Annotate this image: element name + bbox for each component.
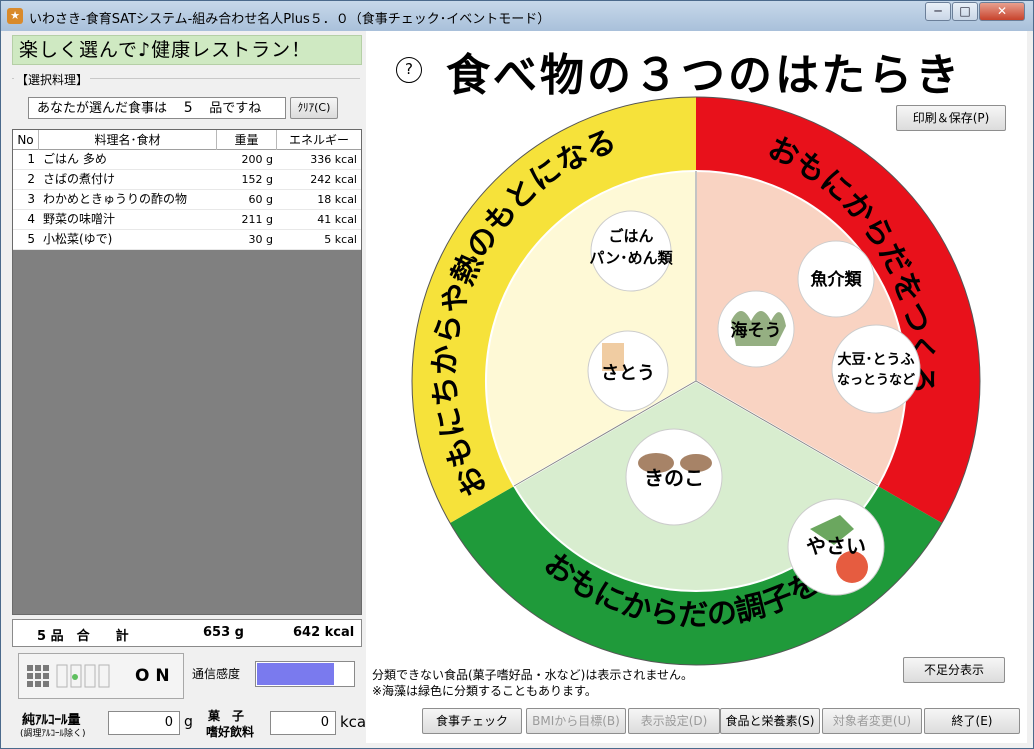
row-name: さばの煮付け bbox=[43, 172, 116, 186]
svg-text:なっとうなど: なっとうなど bbox=[837, 373, 915, 388]
table-row[interactable]: 1 ごはん 多め 200 g 336 kcal bbox=[13, 150, 361, 170]
minimize-button[interactable]: ─ bbox=[925, 2, 951, 21]
sensor-status: O N bbox=[18, 653, 184, 699]
restaurant-banner: 楽しく選んで♪健康レストラン！ bbox=[12, 35, 362, 65]
row-no: 1 bbox=[27, 152, 35, 166]
row-no: 5 bbox=[27, 232, 35, 246]
food-group-wheel: おもにちからや熱のもとになる おもにからだをつくる おもにからだの調子をよくする… bbox=[396, 91, 981, 666]
food-nutrients-button[interactable]: 食品と栄養素(S) bbox=[720, 708, 820, 734]
col-weight[interactable]: 重量 bbox=[217, 130, 277, 150]
row-no: 2 bbox=[27, 172, 35, 186]
svg-text:やさい: やさい bbox=[806, 534, 866, 558]
snack-label: 菓 子 bbox=[208, 709, 245, 723]
exit-button[interactable]: 終了(E) bbox=[924, 708, 1020, 734]
col-name[interactable]: 料理名･食材 bbox=[39, 130, 217, 150]
comm-label: 通信感度 bbox=[192, 667, 241, 681]
maximize-button[interactable]: □ bbox=[952, 2, 978, 21]
total-energy: 642 kcal bbox=[293, 625, 355, 640]
col-no[interactable]: No bbox=[13, 130, 39, 150]
row-name: ごはん 多め bbox=[43, 152, 107, 166]
row-energy: 336 kcal bbox=[310, 153, 357, 166]
row-energy: 18 kcal bbox=[317, 193, 357, 206]
selection-suffix: 品ですね bbox=[209, 101, 262, 116]
table-row[interactable]: 4 野菜の味噌汁 211 g 41 kcal bbox=[13, 210, 361, 230]
table-row[interactable]: 3 わかめときゅうりの酢の物 60 g 18 kcal bbox=[13, 190, 361, 210]
selection-summary: あなたが選んだ食事は 5 品ですね bbox=[28, 97, 286, 119]
shortage-display-button[interactable]: 不足分表示 bbox=[903, 657, 1005, 683]
total-count: 5 品 合 計 bbox=[37, 629, 129, 644]
sensor-on-label: O N bbox=[135, 666, 170, 686]
bmi-goal-button[interactable]: BMIから目標(B) bbox=[526, 708, 626, 734]
alcohol-sublabel: (調理ｱﾙｺｰﾙ除く) bbox=[20, 729, 86, 739]
row-energy: 5 kcal bbox=[324, 233, 357, 246]
total-row: 5 品 合 計 653 g 642 kcal bbox=[12, 619, 362, 647]
selected-dishes-label: 【選択料理】 bbox=[14, 71, 91, 88]
snack-input[interactable]: 0 bbox=[270, 711, 336, 735]
sensor-grid-icon bbox=[27, 664, 110, 688]
row-weight: 152 g bbox=[241, 173, 273, 186]
sugar-item[interactable]: さとう bbox=[587, 330, 669, 412]
row-energy: 242 kcal bbox=[310, 173, 357, 186]
row-name: 野菜の味噌汁 bbox=[43, 212, 116, 226]
display-settings-button[interactable]: 表示設定(D) bbox=[628, 708, 720, 734]
app-icon: ★ bbox=[7, 8, 23, 24]
meal-check-button[interactable]: 食事チェック bbox=[422, 708, 522, 734]
row-weight: 30 g bbox=[248, 233, 273, 246]
svg-text:魚介類: 魚介類 bbox=[811, 269, 863, 290]
svg-text:大豆･とうふ: 大豆･とうふ bbox=[838, 351, 915, 368]
note-line-2: ※海藻は緑色に分類することもあります。 bbox=[372, 684, 597, 698]
classification-note: 分類できない食品(菓子嗜好品・水など)は表示されません。 ※海藻は緑色に分類する… bbox=[372, 667, 693, 699]
vegetable-item[interactable]: やさい bbox=[787, 498, 885, 596]
window-title: いわさき-食育SATシステム-組み合わせ名人Plus５．０（食事チェック･イベン… bbox=[29, 12, 551, 27]
seaweed-item[interactable]: 海そう bbox=[717, 290, 795, 368]
title-bar: ★ いわさき-食育SATシステム-組み合わせ名人Plus５．０（食事チェック･イ… bbox=[1, 1, 1033, 31]
clear-button[interactable]: ｸﾘｱ(C) bbox=[290, 97, 338, 119]
total-weight: 653 g bbox=[203, 625, 244, 640]
table-row[interactable]: 2 さばの煮付け 152 g 242 kcal bbox=[13, 170, 361, 190]
drink-label: 嗜好飲料 bbox=[206, 725, 255, 739]
comm-strength-fill bbox=[257, 663, 334, 685]
row-weight: 200 g bbox=[241, 153, 273, 166]
svg-text:海そう: 海そう bbox=[731, 320, 782, 341]
svg-text:きのこ: きのこ bbox=[644, 466, 704, 490]
change-target-button[interactable]: 対象者変更(U) bbox=[822, 708, 922, 734]
row-weight: 211 g bbox=[241, 213, 273, 226]
selection-count: 5 bbox=[183, 100, 193, 116]
table-header: No 料理名･食材 重量 エネルギー bbox=[13, 130, 361, 150]
mushroom-item[interactable]: きのこ bbox=[625, 428, 723, 526]
selection-panel: 楽しく選んで♪健康レストラン！ 【選択料理】 あなたが選んだ食事は 5 品ですね… bbox=[8, 31, 370, 743]
note-line-1: 分類できない食品(菓子嗜好品・水など)は表示されません。 bbox=[372, 668, 694, 682]
table-row[interactable]: 5 小松菜(ゆで) 30 g 5 kcal bbox=[13, 230, 361, 250]
row-no: 4 bbox=[27, 212, 35, 226]
col-energy[interactable]: エネルギー bbox=[277, 130, 361, 150]
row-no: 3 bbox=[27, 192, 35, 206]
row-name: 小松菜(ゆで) bbox=[43, 232, 113, 246]
svg-text:パン･めん類: パン･めん類 bbox=[589, 249, 673, 267]
chart-panel: ? 食べ物の３つのはたらき 印刷＆保存(P) おもにちからや熱のもとになる おも… bbox=[366, 31, 1027, 743]
client-area: 楽しく選んで♪健康レストラン！ 【選択料理】 あなたが選んだ食事は 5 品ですね… bbox=[8, 31, 1027, 743]
row-energy: 41 kcal bbox=[317, 213, 357, 226]
fish-item[interactable]: 魚介類 bbox=[797, 240, 875, 318]
svg-text:さとう: さとう bbox=[601, 363, 655, 384]
app-window: ★ いわさき-食育SATシステム-組み合わせ名人Plus５．０（食事チェック･イ… bbox=[0, 0, 1034, 749]
alcohol-input[interactable]: 0 bbox=[108, 711, 180, 735]
help-icon[interactable]: ? bbox=[396, 57, 422, 83]
row-weight: 60 g bbox=[248, 193, 273, 206]
alcohol-unit: g bbox=[184, 714, 193, 730]
selection-prefix: あなたが選んだ食事は bbox=[37, 101, 168, 116]
dish-table: No 料理名･食材 重量 エネルギー 1 ごはん 多め 200 g 336 kcal 2… bbox=[12, 129, 362, 615]
svg-text:ごはん: ごはん bbox=[608, 227, 653, 245]
intake-inputs: 純ｱﾙｺｰﾙ量 (調理ｱﾙｺｰﾙ除く) 0 g 菓 子 嗜好飲料 0 kcal bbox=[8, 703, 370, 743]
comm-strength-bar bbox=[255, 661, 355, 687]
close-button[interactable]: ✕ bbox=[979, 2, 1025, 21]
row-name: わかめときゅうりの酢の物 bbox=[43, 192, 188, 206]
soy-tofu-item[interactable]: 大豆･とうふ なっとうなど bbox=[831, 324, 921, 414]
